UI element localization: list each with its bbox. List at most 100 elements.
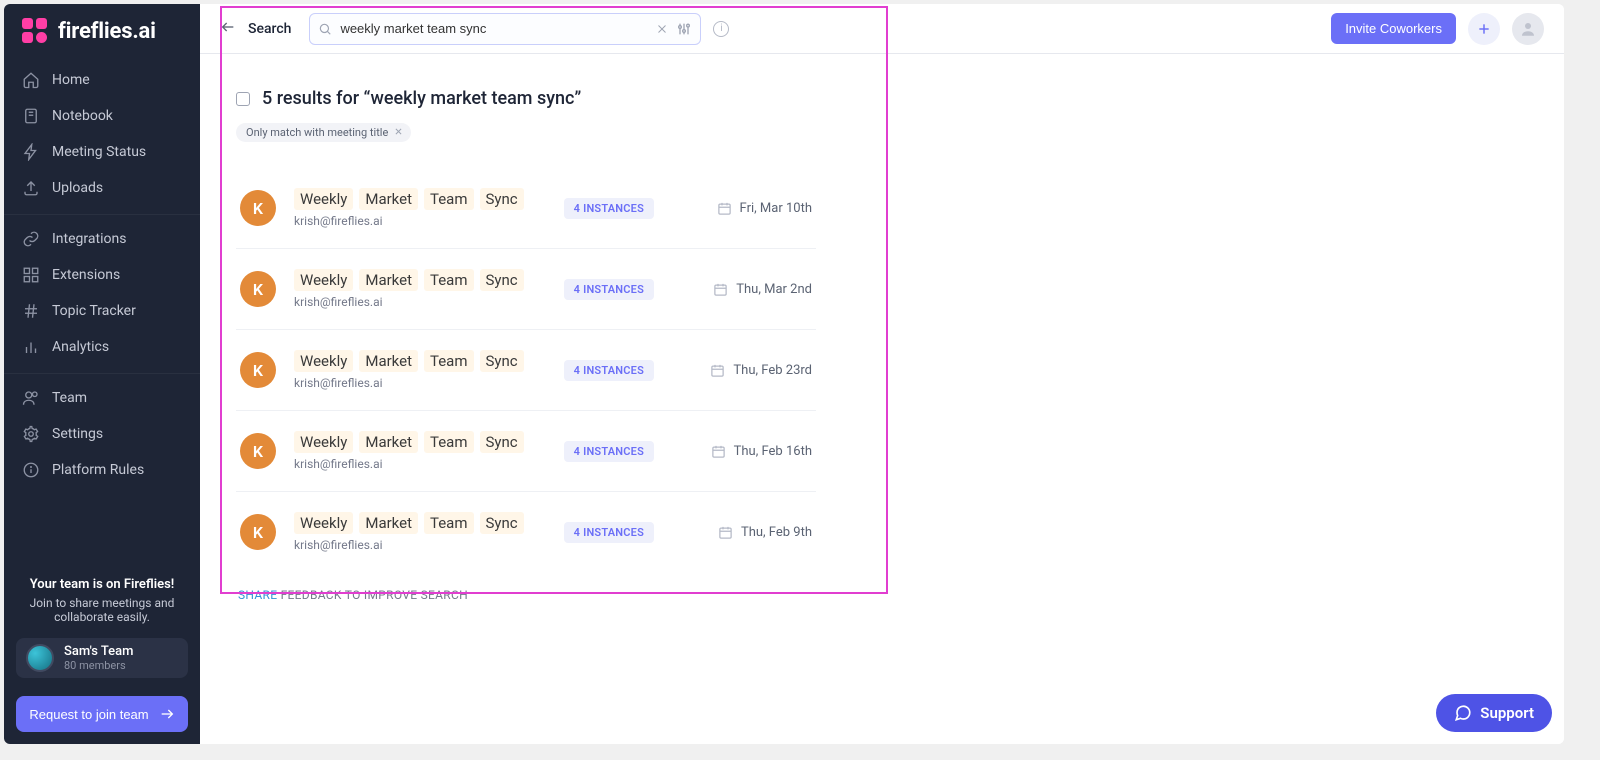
result-date-text: Thu, Mar 2nd [736, 282, 812, 297]
nav-label: Team [52, 390, 87, 406]
team-card[interactable]: Sam's Team 80 members [16, 638, 188, 678]
select-all-checkbox[interactable] [236, 92, 250, 106]
result-date-text: Fri, Mar 10th [740, 201, 812, 216]
search-info-icon[interactable]: i [713, 21, 729, 37]
feedback-row: SHARE FEEDBACK TO IMPROVE SEARCH [206, 582, 1558, 616]
support-button[interactable]: Support [1436, 694, 1552, 732]
sidebar: fireflies.ai Home Notebook Meeting Statu… [4, 4, 200, 744]
result-row[interactable]: K Weekly Market Team Sync krish@fireflies.ai 4… [236, 492, 816, 572]
nav-analytics[interactable]: Analytics [4, 329, 200, 365]
calendar-icon [710, 363, 725, 378]
request-join-button[interactable]: Request to join team [16, 696, 188, 732]
share-feedback-link[interactable]: SHARE [238, 588, 277, 602]
result-main: Weekly Market Team Sync krish@fireflies.ai [294, 512, 546, 552]
team-avatar [26, 644, 54, 672]
support-label: Support [1480, 704, 1534, 722]
nav-home[interactable]: Home [4, 62, 200, 98]
calendar-icon [717, 201, 732, 216]
match-token: Market [359, 188, 418, 210]
nav-notebook[interactable]: Notebook [4, 98, 200, 134]
nav-meeting-status[interactable]: Meeting Status [4, 134, 200, 170]
result-owner: krish@fireflies.ai [294, 538, 546, 552]
match-token: Team [424, 431, 474, 453]
instances-badge[interactable]: 4 INSTANCES [564, 198, 654, 219]
result-avatar: K [240, 352, 276, 388]
nav-extensions[interactable]: Extensions [4, 257, 200, 293]
match-token: Market [359, 512, 418, 534]
filter-chip-meeting-title[interactable]: Only match with meeting title [236, 123, 411, 142]
result-owner: krish@fireflies.ai [294, 214, 546, 228]
brand-name: fireflies.ai [58, 19, 156, 44]
result-date: Thu, Feb 9th [672, 525, 812, 540]
result-date: Thu, Feb 16th [672, 444, 812, 459]
clear-search-icon[interactable] [656, 23, 668, 35]
instances-badge[interactable]: 4 INSTANCES [564, 279, 654, 300]
instances-badge[interactable]: 4 INSTANCES [564, 360, 654, 381]
team-promo-subtitle: Join to share meetings and collaborate e… [18, 596, 186, 624]
plus-icon [1477, 22, 1491, 36]
result-row[interactable]: KWeeklyMarketTeamSynckrish@fireflies.ai4… [236, 249, 816, 330]
remove-filter-icon[interactable] [394, 126, 403, 139]
link-icon [22, 230, 40, 248]
match-token: Weekly [294, 512, 353, 534]
result-avatar: K [240, 271, 276, 307]
instances-badge[interactable]: 4 INSTANCES [564, 441, 654, 462]
result-title-tokens: WeeklyMarketTeamSync [294, 350, 546, 372]
match-token: Team [424, 512, 474, 534]
page-title: Search [248, 21, 291, 37]
team-icon [22, 389, 40, 407]
arrow-right-icon [159, 706, 175, 722]
nav-team[interactable]: Team [4, 380, 200, 416]
primary-nav: Home Notebook Meeting Status Uploads [4, 58, 200, 492]
nav-settings[interactable]: Settings [4, 416, 200, 452]
team-members: 80 members [64, 659, 133, 672]
result-date-text: Thu, Feb 16th [734, 444, 812, 459]
result-avatar: K [240, 514, 276, 550]
invite-coworkers-button[interactable]: Invite Coworkers [1331, 13, 1456, 44]
bolt-icon [22, 143, 40, 161]
result-row[interactable]: KWeeklyMarketTeamSynckrish@fireflies.ai4… [236, 411, 816, 492]
result-avatar: K [240, 433, 276, 469]
match-token: Team [424, 188, 474, 210]
info-icon [22, 461, 40, 479]
instances-badge[interactable]: 4 INSTANCES [564, 522, 654, 543]
search-box[interactable] [309, 13, 701, 45]
back-button[interactable] [220, 19, 236, 39]
team-name: Sam's Team [64, 644, 133, 659]
nav-topic-tracker[interactable]: Topic Tracker [4, 293, 200, 329]
feedback-text: FEEDBACK TO IMPROVE SEARCH [277, 588, 468, 602]
calendar-icon [711, 444, 726, 459]
results-list: KWeeklyMarketTeamSynckrish@fireflies.ai4… [236, 168, 816, 572]
match-token: Market [359, 431, 418, 453]
match-token: Team [424, 269, 474, 291]
result-avatar: K [240, 190, 276, 226]
brand-logo[interactable]: fireflies.ai [4, 4, 200, 58]
match-token: Sync [480, 512, 524, 534]
result-owner: krish@fireflies.ai [294, 457, 546, 471]
filter-icon[interactable] [676, 21, 692, 37]
match-token: Weekly [294, 350, 353, 372]
add-button[interactable] [1468, 13, 1500, 45]
match-token: Team [424, 350, 474, 372]
arrow-left-icon [220, 19, 236, 35]
results-count-text: 5 results for “weekly market team sync” [262, 88, 581, 109]
nav-uploads[interactable]: Uploads [4, 170, 200, 206]
match-token: Sync [480, 350, 524, 372]
result-main: WeeklyMarketTeamSynckrish@fireflies.ai [294, 188, 546, 228]
nav-label: Extensions [52, 267, 120, 283]
match-token: Sync [480, 188, 524, 210]
notebook-icon [22, 107, 40, 125]
nav-integrations[interactable]: Integrations [4, 221, 200, 257]
nav-platform-rules[interactable]: Platform Rules [4, 452, 200, 488]
top-bar: Search i Invite Coworkers [200, 4, 1564, 54]
match-token: Sync [480, 431, 524, 453]
result-date-text: Thu, Feb 9th [741, 525, 812, 540]
result-date: Thu, Feb 23rd [672, 363, 812, 378]
nav-label: Topic Tracker [52, 303, 136, 319]
result-title-tokens: WeeklyMarketTeamSync [294, 269, 546, 291]
hash-icon [22, 302, 40, 320]
result-row[interactable]: KWeeklyMarketTeamSynckrish@fireflies.ai4… [236, 168, 816, 249]
user-avatar[interactable] [1512, 13, 1544, 45]
search-input[interactable] [340, 21, 648, 36]
result-row[interactable]: KWeeklyMarketTeamSynckrish@fireflies.ai4… [236, 330, 816, 411]
